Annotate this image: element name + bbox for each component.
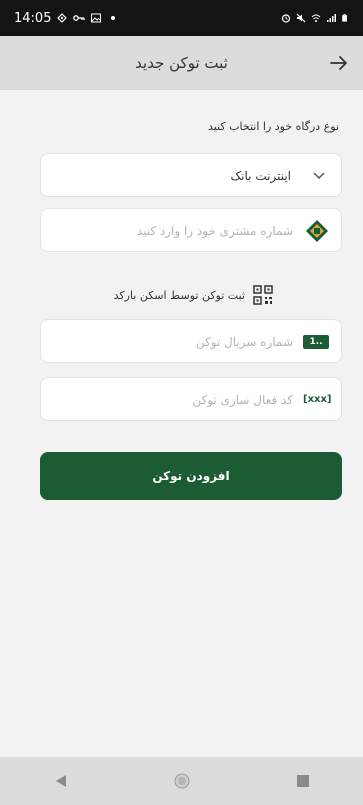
page-title: ثبت توکن جدید — [135, 54, 228, 72]
chevron-down-icon — [313, 172, 325, 180]
nav-recents-button[interactable] — [293, 771, 313, 791]
battery-icon — [342, 14, 347, 22]
nav-home-button[interactable] — [172, 771, 192, 791]
serial-number-input[interactable]: شماره سریال توکن — [196, 320, 293, 364]
customer-number-field[interactable]: شماره مشتری خود را وارد کنید — [40, 208, 342, 252]
arrow-right-icon[interactable] — [327, 51, 351, 75]
scan-barcode-link[interactable]: ثبت توکن توسط اسکن بارکد — [114, 284, 273, 306]
gallery-icon — [91, 13, 102, 23]
status-right — [281, 13, 349, 23]
mute-icon — [296, 13, 306, 23]
bank-logo-icon — [306, 220, 328, 242]
code-brackets-icon: [xxx] — [303, 394, 332, 405]
app-bar: ثبت توکن جدید — [0, 36, 363, 90]
signal-icon — [327, 14, 336, 22]
system-nav-bar — [0, 757, 363, 805]
gateway-select[interactable]: اینترنت بانک — [40, 153, 342, 197]
status-left: 14:05 — [14, 10, 116, 26]
wifi-icon — [311, 14, 321, 22]
gateway-select-value: اینترنت بانک — [230, 169, 291, 183]
add-token-button[interactable]: افزودن توکن — [40, 452, 342, 500]
serial-card-icon: 1.. — [303, 335, 329, 349]
activation-code-input[interactable]: کد فعال سازی توکن — [192, 378, 293, 422]
alarm-icon — [281, 14, 291, 23]
status-time: 14:05 — [14, 10, 52, 26]
key-icon — [73, 15, 86, 21]
nav-back-button[interactable] — [51, 771, 71, 791]
status-bar: 14:05 — [0, 0, 363, 36]
scan-barcode-label: ثبت توکن توسط اسکن بارکد — [113, 288, 245, 302]
nav-recents-icon — [296, 775, 309, 787]
location-icon — [57, 13, 68, 23]
serial-number-field[interactable]: 1.. شماره سریال توکن — [40, 319, 342, 363]
nav-home-icon — [174, 773, 189, 789]
customer-number-input[interactable]: شماره مشتری خود را وارد کنید — [137, 209, 293, 253]
qr-code-icon — [253, 285, 273, 305]
activation-code-field[interactable]: [xxx] کد فعال سازی توکن — [40, 377, 342, 421]
gateway-label: نوع درگاه خود را انتخاب کنید — [208, 120, 339, 133]
nav-back-icon — [55, 775, 66, 787]
notification-dot-icon — [111, 16, 116, 20]
